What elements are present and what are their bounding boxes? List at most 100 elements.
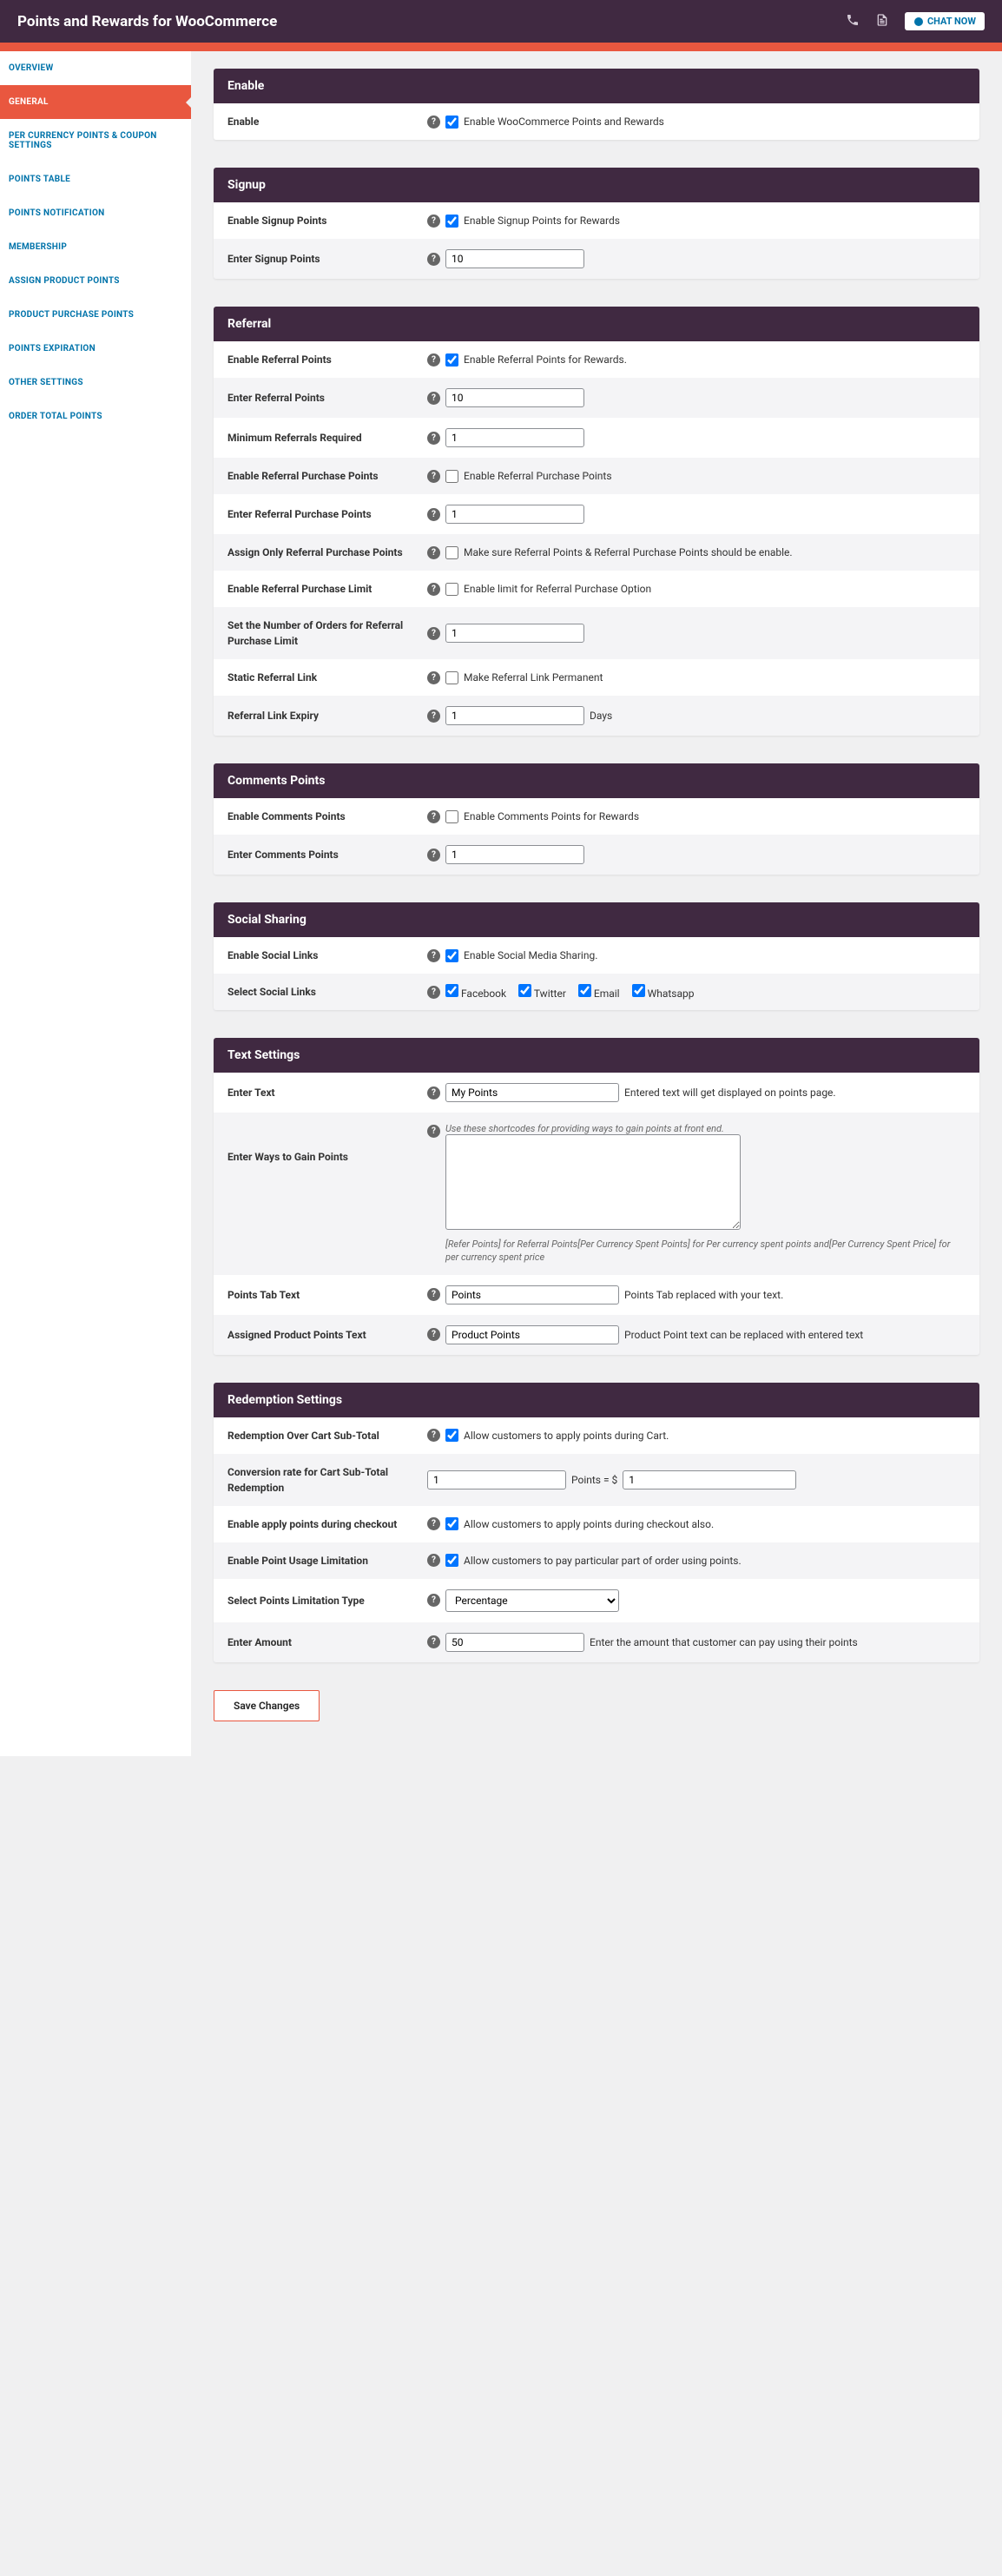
sidebar-item-expiration[interactable]: POINTS EXPIRATION (0, 332, 191, 366)
text-signup-enable: Enable Signup Points for Rewards (464, 215, 620, 227)
help-icon[interactable]: ? (427, 470, 440, 483)
checkbox-checkout[interactable] (445, 1517, 458, 1530)
checkbox-purchase-limit[interactable] (445, 583, 458, 596)
label-facebook: Facebook (461, 987, 506, 1000)
checkbox-comments-enable[interactable] (445, 810, 458, 823)
checkbox-social-enable[interactable] (445, 949, 458, 962)
sidebar-item-overview[interactable]: OVERVIEW (0, 51, 191, 85)
sidebar-item-general[interactable]: GENERAL (0, 85, 191, 119)
input-enter-text[interactable] (445, 1083, 619, 1102)
sidebar-item-purchase[interactable]: PRODUCT PURCHASE POINTS (0, 298, 191, 332)
help-icon[interactable]: ? (427, 1087, 440, 1100)
checkbox-usage[interactable] (445, 1554, 458, 1567)
help-icon[interactable]: ? (427, 849, 440, 862)
sidebar-item-order-total[interactable]: ORDER TOTAL POINTS (0, 400, 191, 433)
help-icon[interactable]: ? (427, 1328, 440, 1341)
help-icon[interactable]: ? (427, 1517, 440, 1530)
help-icon[interactable]: ? (427, 810, 440, 823)
checkbox-assign-only[interactable] (445, 546, 458, 559)
phone-icon[interactable] (846, 13, 860, 30)
checkbox-referral-purchase[interactable] (445, 470, 458, 483)
label-assign-only: Assign Only Referral Purchase Points (227, 545, 427, 560)
input-comments-points[interactable] (445, 845, 584, 864)
help-icon[interactable]: ? (427, 1288, 440, 1301)
input-referral-points[interactable] (445, 388, 584, 407)
label-conversion: Conversion rate for Cart Sub-Total Redem… (227, 1464, 427, 1496)
help-icon[interactable]: ? (427, 1554, 440, 1567)
text-enable: Enable WooCommerce Points and Rewards (464, 116, 664, 128)
label-static-link: Static Referral Link (227, 670, 427, 685)
input-assigned-text[interactable] (445, 1325, 619, 1344)
help-icon[interactable]: ? (427, 215, 440, 228)
input-amount[interactable] (445, 1633, 584, 1652)
chat-now-button[interactable]: CHAT NOW (905, 12, 985, 30)
hint-amount: Enter the amount that customer can pay u… (590, 1636, 858, 1648)
help-icon[interactable]: ? (427, 546, 440, 559)
help-icon[interactable]: ? (427, 353, 440, 367)
panel-comments: Comments Points Enable Comments Points ?… (214, 763, 979, 875)
help-icon[interactable]: ? (427, 583, 440, 596)
checkbox-redemption-over[interactable] (445, 1429, 458, 1442)
panel-redemption: Redemption Settings Redemption Over Cart… (214, 1383, 979, 1662)
label-email: Email (594, 987, 620, 1000)
sidebar-item-points-table[interactable]: POINTS TABLE (0, 162, 191, 196)
input-conv-currency[interactable] (623, 1470, 796, 1489)
help-icon[interactable]: ? (427, 949, 440, 962)
checkbox-referral-enable[interactable] (445, 353, 458, 367)
label-ways: Enter Ways to Gain Points (227, 1123, 427, 1165)
input-orders-limit[interactable] (445, 624, 584, 643)
help-icon[interactable]: ? (427, 1125, 440, 1138)
help-icon[interactable]: ? (427, 508, 440, 521)
text-assign-only: Make sure Referral Points & Referral Pur… (464, 546, 793, 558)
checkbox-facebook[interactable] (445, 984, 458, 997)
checkbox-twitter[interactable] (518, 984, 531, 997)
panel-head-comments: Comments Points (214, 763, 979, 798)
help-icon[interactable]: ? (427, 671, 440, 684)
label-min-referrals: Minimum Referrals Required (227, 430, 427, 446)
checkbox-signup-enable[interactable] (445, 215, 458, 228)
help-icon[interactable]: ? (427, 1594, 440, 1607)
input-tab-text[interactable] (445, 1285, 619, 1305)
label-link-expiry: Referral Link Expiry (227, 708, 427, 723)
input-min-referrals[interactable] (445, 428, 584, 447)
help-icon[interactable]: ? (427, 710, 440, 723)
help-icon[interactable]: ? (427, 392, 440, 405)
label-redemption-over: Redemption Over Cart Sub-Total (227, 1428, 427, 1443)
input-conv-points[interactable] (427, 1470, 566, 1489)
input-link-expiry[interactable] (445, 706, 584, 725)
label-social-select: Select Social Links (227, 984, 427, 1000)
help-icon[interactable]: ? (427, 627, 440, 640)
textarea-ways[interactable] (445, 1134, 741, 1230)
help-icon[interactable]: ? (427, 1635, 440, 1648)
label-comments-enable: Enable Comments Points (227, 809, 427, 824)
sidebar-item-assign[interactable]: ASSIGN PRODUCT POINTS (0, 264, 191, 298)
checkbox-email[interactable] (578, 984, 591, 997)
label-comments-points: Enter Comments Points (227, 847, 427, 862)
chat-label: CHAT NOW (927, 16, 976, 27)
save-button[interactable]: Save Changes (214, 1690, 320, 1721)
checkbox-enable[interactable] (445, 116, 458, 129)
text-static-link: Make Referral Link Permanent (464, 671, 603, 684)
label-enable: Enable (227, 114, 427, 129)
sidebar-item-per-currency[interactable]: PER CURRENCY POINTS & COUPON SETTINGS (0, 119, 191, 162)
input-signup-points[interactable] (445, 249, 584, 268)
sidebar-item-other[interactable]: OTHER SETTINGS (0, 366, 191, 400)
main-content: Enable Enable ? Enable WooCommerce Point… (191, 51, 1002, 1756)
select-limit-type[interactable]: Percentage (445, 1589, 619, 1612)
text-referral-enable: Enable Referral Points for Rewards. (464, 353, 627, 366)
hint-enter-text: Entered text will get displayed on point… (624, 1087, 836, 1099)
help-icon[interactable]: ? (427, 986, 440, 999)
help-icon[interactable]: ? (427, 116, 440, 129)
checkbox-whatsapp[interactable] (632, 984, 645, 997)
help-icon[interactable]: ? (427, 253, 440, 266)
input-referral-purchase-points[interactable] (445, 505, 584, 524)
accent-bar (0, 43, 1002, 51)
document-icon[interactable] (875, 13, 889, 30)
sidebar-item-membership[interactable]: MEMBERSHIP (0, 230, 191, 264)
checkbox-static-link[interactable] (445, 671, 458, 684)
help-icon[interactable]: ? (427, 432, 440, 445)
label-social-enable: Enable Social Links (227, 948, 427, 963)
label-tab-text: Points Tab Text (227, 1287, 427, 1303)
sidebar-item-notification[interactable]: POINTS NOTIFICATION (0, 196, 191, 230)
help-icon[interactable]: ? (427, 1429, 440, 1442)
